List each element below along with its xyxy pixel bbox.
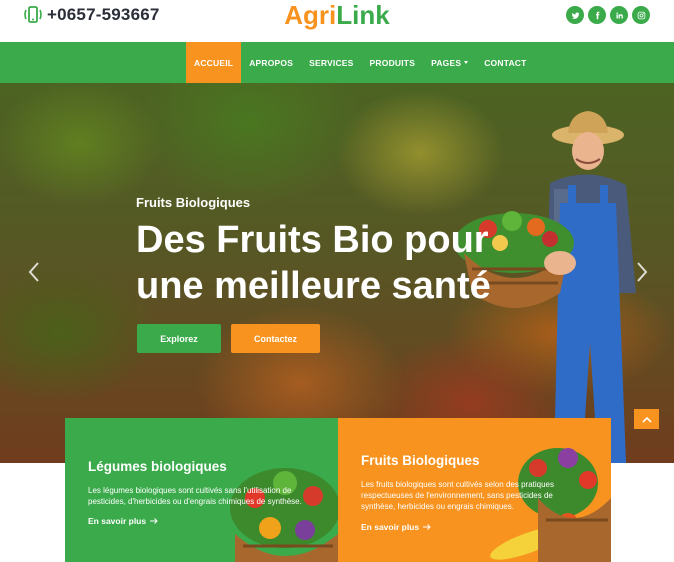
nav-item-services[interactable]: SERVICES	[301, 42, 361, 83]
nav-item-label: APROPOS	[249, 57, 294, 68]
nav-item-label: ACCUEIL	[194, 57, 234, 68]
arrow-right-icon	[423, 524, 431, 530]
twitter-icon[interactable]	[566, 6, 584, 24]
contact-button[interactable]: Contactez	[231, 324, 320, 353]
back-to-top-button[interactable]	[634, 409, 659, 429]
hero-subtitle: Fruits Biologiques	[136, 195, 251, 210]
carousel-prev-icon[interactable]	[26, 261, 42, 283]
feature-card-vegetables: Légumes biologiques Les légumes biologiq…	[65, 418, 338, 562]
instagram-icon[interactable]	[632, 6, 650, 24]
nav-item-pages[interactable]: PAGES	[423, 42, 476, 83]
social-links	[566, 6, 650, 24]
logo-part-agri: Agri	[284, 0, 337, 30]
learn-more-label: En savoir plus	[361, 522, 420, 532]
carousel-next-icon[interactable]	[634, 261, 650, 283]
card-description: Les légumes biologiques sont cultivés sa…	[88, 486, 302, 506]
card-title: Légumes biologiques	[88, 459, 227, 474]
hero-title: Des Fruits Bio pour une meilleure santé	[136, 219, 491, 307]
feature-card-fruits: Fruits Biologiques Les fruits biologique…	[338, 418, 611, 562]
main-navbar: ACCUEIL APROPOS SERVICES PRODUITS PAGES …	[0, 42, 674, 83]
learn-more-label: En savoir plus	[88, 516, 147, 526]
nav-item-label: SERVICES	[309, 57, 354, 68]
learn-more-link[interactable]: En savoir plus	[361, 522, 431, 532]
arrow-right-icon	[150, 518, 158, 524]
caret-down-icon	[464, 61, 469, 64]
arrow-up-icon	[641, 416, 652, 423]
card-title: Fruits Biologiques	[361, 453, 480, 468]
explore-button[interactable]: Explorez	[137, 324, 221, 353]
top-bar: +0657-593667 AgriLink	[0, 0, 674, 42]
nav-item-label: CONTACT	[484, 57, 527, 68]
facebook-icon[interactable]	[588, 6, 606, 24]
nav-item-produits[interactable]: PRODUITS	[362, 42, 424, 83]
hero-carousel: Fruits Biologiques Des Fruits Bio pour u…	[0, 83, 674, 463]
nav-item-label: PAGES	[431, 57, 462, 68]
logo-part-link: Link	[336, 0, 390, 30]
learn-more-link[interactable]: En savoir plus	[88, 516, 158, 526]
nav-item-accueil[interactable]: ACCUEIL	[186, 42, 242, 83]
nav-item-contact[interactable]: CONTACT	[476, 42, 534, 83]
card-description: Les fruits biologiques sont cultivés sel…	[361, 480, 554, 511]
nav-item-apropos[interactable]: APROPOS	[241, 42, 301, 83]
nav-menu: ACCUEIL APROPOS SERVICES PRODUITS PAGES …	[186, 42, 535, 83]
linkedin-icon[interactable]	[610, 6, 628, 24]
nav-item-label: PRODUITS	[369, 57, 416, 68]
